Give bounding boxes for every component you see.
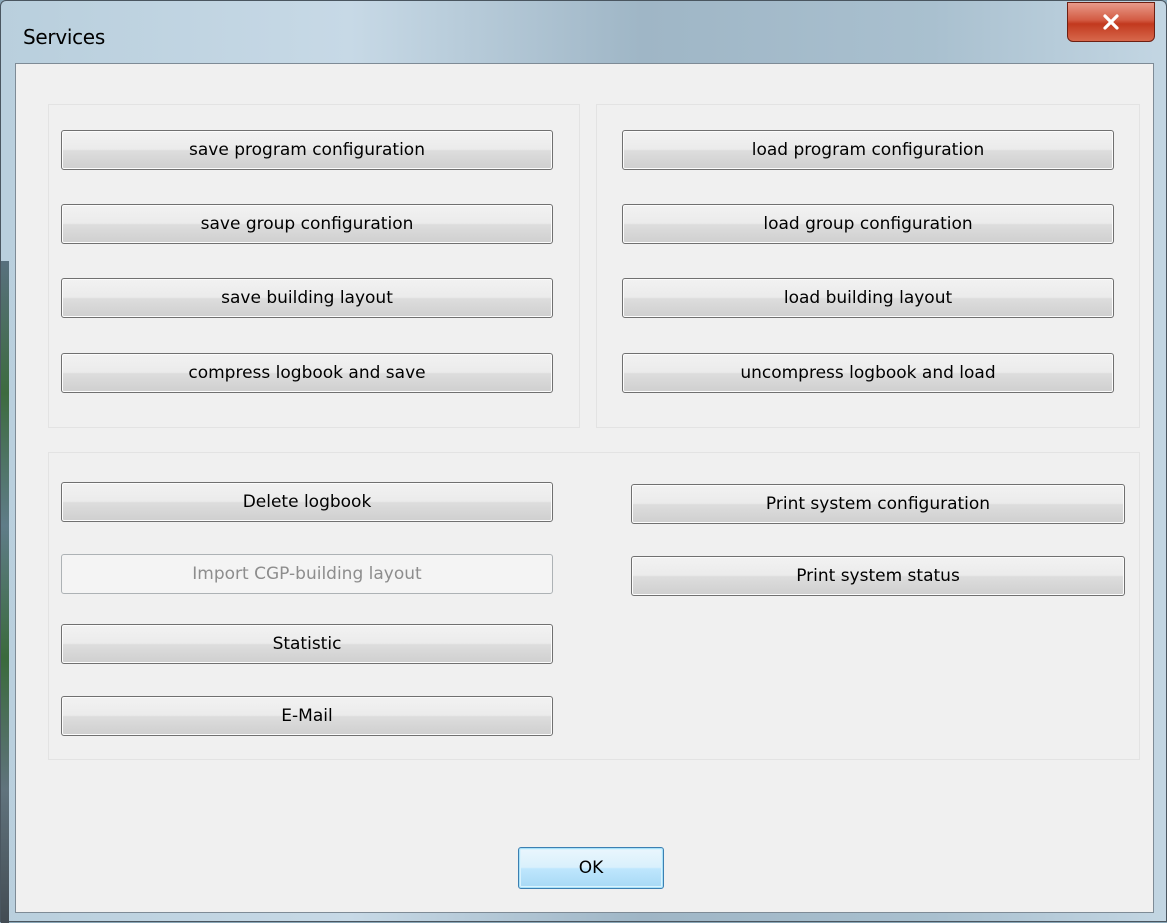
import-cgp-building-layout-button[interactable]: Import CGP-building layout [61, 554, 553, 594]
utilities-group-panel: Delete logbook Import CGP-building layou… [48, 452, 1140, 760]
close-x-icon [1102, 14, 1120, 30]
statistic-button[interactable]: Statistic [61, 624, 553, 664]
print-system-configuration-button[interactable]: Print system configuration [631, 484, 1125, 524]
load-group-configuration-button[interactable]: load group configuration [622, 204, 1114, 244]
ok-button[interactable]: OK [518, 847, 664, 889]
save-group-configuration-button[interactable]: save group configuration [61, 204, 553, 244]
save-group-panel: save program configuration save group co… [48, 104, 580, 428]
save-program-configuration-button[interactable]: save program configuration [61, 130, 553, 170]
load-group-panel: load program configuration load group co… [596, 104, 1140, 428]
load-program-configuration-button[interactable]: load program configuration [622, 130, 1114, 170]
close-button[interactable] [1067, 2, 1155, 42]
title-bar[interactable]: Services [1, 1, 1166, 63]
e-mail-button[interactable]: E-Mail [61, 696, 553, 736]
print-system-status-button[interactable]: Print system status [631, 556, 1125, 596]
load-building-layout-button[interactable]: load building layout [622, 278, 1114, 318]
background-window-edge [1, 261, 9, 923]
services-dialog: Services save program configuration save… [0, 0, 1167, 923]
dialog-client-area: save program configuration save group co… [15, 63, 1154, 913]
uncompress-logbook-and-load-button[interactable]: uncompress logbook and load [622, 353, 1114, 393]
compress-logbook-and-save-button[interactable]: compress logbook and save [61, 353, 553, 393]
save-building-layout-button[interactable]: save building layout [61, 278, 553, 318]
window-title: Services [23, 25, 105, 49]
delete-logbook-button[interactable]: Delete logbook [61, 482, 553, 522]
